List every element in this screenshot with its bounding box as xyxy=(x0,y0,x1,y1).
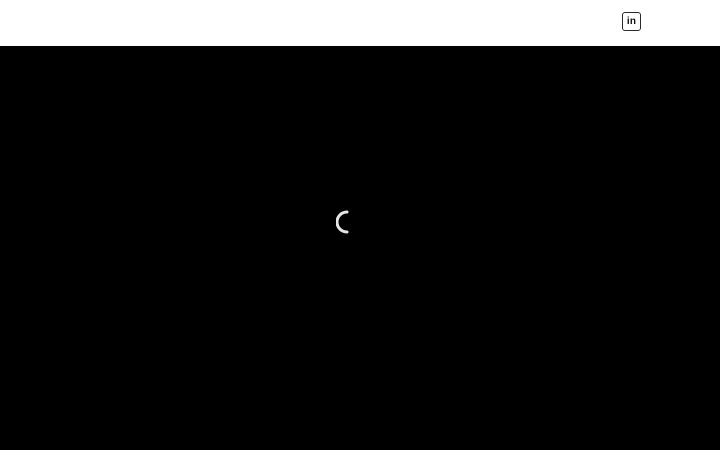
loading-spinner-icon xyxy=(336,210,349,234)
linkedin-icon: in xyxy=(626,15,637,27)
video-player[interactable] xyxy=(0,46,720,450)
page: in xyxy=(0,0,720,450)
site-header: in xyxy=(0,0,720,46)
linkedin-button[interactable]: in xyxy=(622,12,641,31)
